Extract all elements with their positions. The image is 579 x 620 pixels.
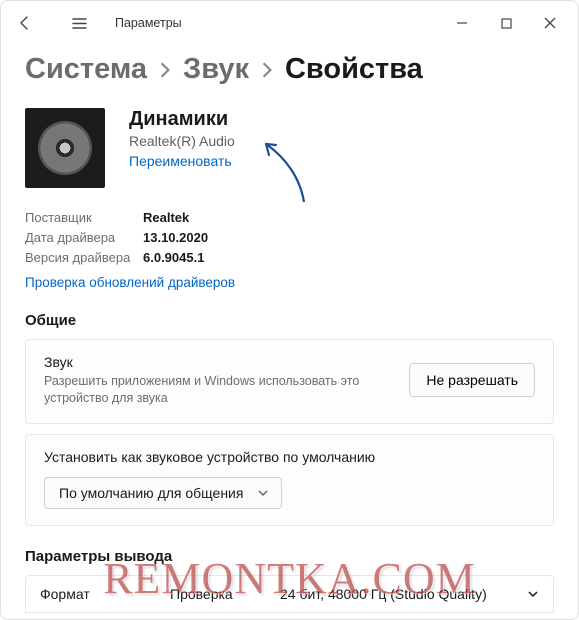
default-device-card: Установить как звуковое устройство по ум… <box>25 434 554 526</box>
default-device-title: Установить как звуковое устройство по ум… <box>44 449 535 465</box>
menu-button[interactable] <box>61 5 97 41</box>
chevron-down-icon <box>257 487 269 499</box>
device-icon <box>25 108 105 188</box>
section-general-heading: Общие <box>25 312 554 329</box>
output-format-value: 24 бит, 48000 Гц (Studio Quality) <box>280 586 487 602</box>
allow-sound-card: Звук Разрешить приложениям и Windows исп… <box>25 339 554 424</box>
rename-link[interactable]: Переименовать <box>129 153 232 169</box>
chevron-down-icon <box>527 588 539 600</box>
default-role-dropdown[interactable]: По умолчанию для общения <box>44 477 282 509</box>
device-name: Динамики <box>129 108 235 131</box>
breadcrumb-properties: Свойства <box>285 53 423 86</box>
maximize-button[interactable] <box>484 7 528 39</box>
breadcrumb-system[interactable]: Система <box>25 53 147 86</box>
back-button[interactable] <box>7 5 43 41</box>
vendor-label: Поставщик <box>25 210 143 225</box>
close-icon <box>544 17 556 29</box>
titlebar: Параметры <box>1 1 578 45</box>
vendor-value: Realtek <box>143 210 554 225</box>
close-button[interactable] <box>528 7 572 39</box>
driver-version-value: 6.0.9045.1 <box>143 250 554 265</box>
allow-sound-desc: Разрешить приложениям и Windows использо… <box>44 373 364 407</box>
section-output-heading: Параметры вывода <box>25 548 554 565</box>
driver-info: Поставщик Realtek Дата драйвера 13.10.20… <box>25 210 554 265</box>
annotation-arrow-icon <box>260 138 316 208</box>
output-col-check: Проверка <box>156 576 266 612</box>
minimize-icon <box>456 17 468 29</box>
output-format-dropdown[interactable]: 24 бит, 48000 Гц (Studio Quality) <box>266 576 553 612</box>
output-col-format: Формат <box>26 576 156 612</box>
chevron-right-icon <box>159 61 171 79</box>
driver-date-label: Дата драйвера <box>25 230 143 245</box>
breadcrumb-sound[interactable]: Звук <box>183 53 249 86</box>
speaker-icon <box>38 121 92 175</box>
device-header: Динамики Realtek(R) Audio Переименовать <box>25 108 554 188</box>
breadcrumb: Система Звук Свойства <box>1 45 578 94</box>
check-driver-updates-link[interactable]: Проверка обновлений драйверов <box>25 275 554 290</box>
deny-button[interactable]: Не разрешать <box>409 363 535 397</box>
default-role-value: По умолчанию для общения <box>59 485 243 501</box>
driver-date-value: 13.10.2020 <box>143 230 554 245</box>
device-subtitle: Realtek(R) Audio <box>129 133 235 149</box>
driver-version-label: Версия драйвера <box>25 250 143 265</box>
hamburger-icon <box>71 15 88 32</box>
maximize-icon <box>501 18 512 29</box>
arrow-left-icon <box>17 15 33 31</box>
minimize-button[interactable] <box>440 7 484 39</box>
output-format-row: Формат Проверка 24 бит, 48000 Гц (Studio… <box>25 575 554 613</box>
chevron-right-icon <box>261 61 273 79</box>
allow-sound-title: Звук <box>44 354 364 370</box>
window-title: Параметры <box>115 16 182 30</box>
